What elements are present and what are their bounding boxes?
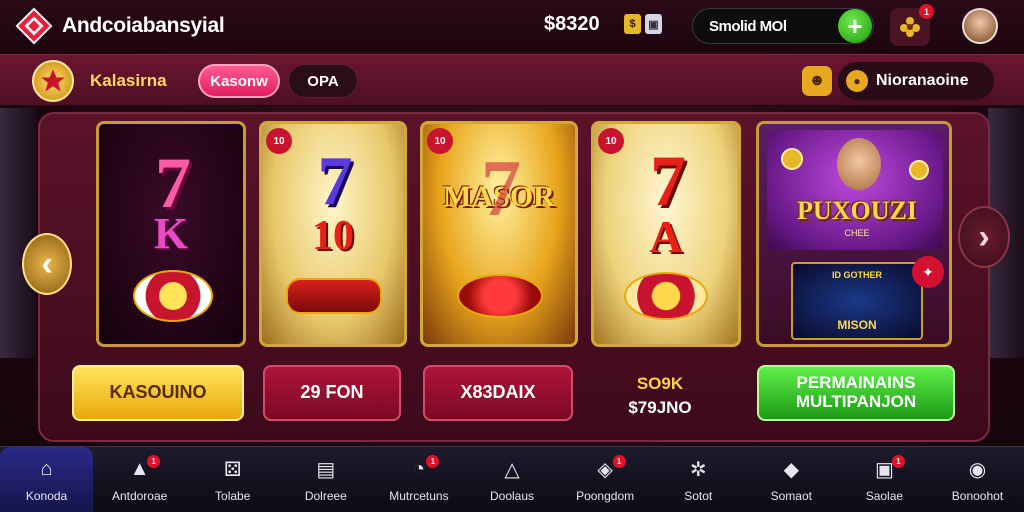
nav-label: Antdoroae <box>111 488 168 503</box>
nav-label: Dolreee <box>304 488 347 503</box>
hot-badge-icon: ✦ <box>912 256 944 288</box>
nav-item-somaot[interactable]: ◆ Somaot <box>745 447 838 512</box>
spin-offer-button[interactable]: 29 FON <box>263 365 401 421</box>
nav-label: Konoda <box>25 488 68 503</box>
app-logo-icon[interactable] <box>14 6 54 46</box>
nav-item-sotot[interactable]: ✲ Sotot <box>652 447 745 512</box>
gear-icon: ✲ <box>689 459 707 481</box>
target-icon: ◉ <box>968 459 987 481</box>
bottom-navigation: ⌂ Konoda ▲ 1 Antdoroae ⚄ Tolabe ▤ Dolree… <box>0 446 1024 512</box>
box-icon: ▤ <box>316 459 336 481</box>
chip-stack-icon <box>286 278 382 314</box>
nav-label: Tolabe <box>215 488 251 503</box>
game-card-4[interactable]: 10 7 A <box>591 121 741 347</box>
left-backdrop <box>0 108 36 358</box>
carousel-prev-button[interactable]: ‹ <box>22 233 72 295</box>
app-title: Andcoiabansyial <box>62 14 225 37</box>
nav-badge: 1 <box>147 455 161 468</box>
card-symbol-bottom: 7 <box>481 145 521 233</box>
promo-title: PUXOUZI <box>797 196 917 225</box>
card-symbol-top: 7 <box>317 143 353 220</box>
casino-chip-icon <box>457 274 543 318</box>
casino-chip-icon <box>133 270 213 322</box>
nav-item-konoda[interactable]: ⌂ Konoda <box>0 447 94 512</box>
tab-opa[interactable]: OPA <box>288 64 358 98</box>
profile-pill[interactable]: ● Nioranaoine <box>838 62 994 100</box>
nav-label: Poongdom <box>576 488 635 503</box>
bonus-offer-button[interactable]: X83DAIX <box>423 365 573 421</box>
promo-card[interactable]: PUXOUZI CHEE ID GOTHER MISON <box>756 121 952 347</box>
nav-label: Doolaus <box>490 488 535 503</box>
coin-icon <box>781 148 803 170</box>
nav-label: Bonoohot <box>951 488 1004 503</box>
location-pin-icon: ● <box>846 70 868 92</box>
currency-icons: $ ▣ <box>624 14 662 34</box>
card-icon[interactable]: ▣ <box>645 14 662 34</box>
category-bar: Kalasirna Kasonw OPA ☻ ● Nioranaoine <box>0 54 1024 106</box>
game-card-2[interactable]: 10 7 10 <box>259 121 407 347</box>
price-bottom: $79JNO <box>628 398 692 417</box>
nav-item-antdoroae[interactable]: ▲ 1 Antdoroae <box>93 447 186 512</box>
multiplayer-line1: PERMAINAINS <box>796 373 916 393</box>
dice-icon: ⚄ <box>224 459 242 481</box>
balance-amount: $8320 <box>544 13 600 35</box>
thumbnail-title: ID GOTHER <box>831 270 882 280</box>
brand-star-icon[interactable] <box>32 60 74 102</box>
home-icon: ⌂ <box>40 458 53 480</box>
game-card-1[interactable]: 7 K <box>96 121 246 347</box>
kasouino-button[interactable]: KASOUINO <box>72 365 244 421</box>
nav-badge: 1 <box>891 455 905 468</box>
price-top: SO9K <box>636 374 684 393</box>
nav-item-tolabe[interactable]: ⚄ Tolabe <box>186 447 279 512</box>
multiplayer-button[interactable]: PERMAINAINS MULTIPANJON <box>757 365 955 421</box>
card-symbol-bottom: K <box>153 209 189 258</box>
rewards-button[interactable]: 1 <box>890 4 934 46</box>
nav-item-dolreee[interactable]: ▤ Dolreee <box>279 447 372 512</box>
nav-label: Sotot <box>684 488 713 503</box>
promo-subtitle: CHEE <box>844 228 870 238</box>
brand-name: Kalasirna <box>90 71 167 90</box>
price-label: SO9K $79JNO <box>606 372 714 420</box>
multiplayer-line2: MULTIPANJON <box>795 392 917 411</box>
nav-label: Somaot <box>770 488 812 503</box>
nav-item-saolae[interactable]: ▣ 1 Saolae <box>838 447 931 512</box>
coin-icon[interactable]: $ <box>624 14 641 34</box>
add-funds-button[interactable]: + <box>838 9 872 43</box>
flower-icon <box>900 17 920 37</box>
nav-item-doolaus[interactable]: △ Doolaus <box>465 447 558 512</box>
thumbnail-name: MISON <box>837 318 877 332</box>
character-face <box>837 138 881 190</box>
promo-thumbnail[interactable]: ID GOTHER MISON <box>791 262 923 340</box>
nav-item-mutrcetuns[interactable]: ◔ 1 Mutrcetuns <box>372 447 465 512</box>
nav-badge: 1 <box>612 455 626 468</box>
user-avatar[interactable] <box>962 8 998 44</box>
profile-name: Nioranaoine <box>876 72 969 89</box>
tent-icon: △ <box>504 459 520 481</box>
casino-chip-icon <box>624 272 708 320</box>
card-symbol-bottom: A <box>649 211 683 262</box>
tab-kasonw[interactable]: Kasonw <box>198 64 280 98</box>
notification-badge: 1 <box>919 4 934 19</box>
nav-item-poongdom[interactable]: ◈ 1 Poongdom <box>559 447 652 512</box>
bell-icon: ◆ <box>783 459 799 481</box>
carousel-next-button[interactable]: › <box>958 206 1010 268</box>
nav-item-bonoohot[interactable]: ◉ Bonoohot <box>931 447 1024 512</box>
game-card-3[interactable]: 10 MASOR 7 <box>420 121 578 347</box>
emoji-icon[interactable]: ☻ <box>802 66 832 96</box>
coin-icon <box>909 160 929 180</box>
card-symbol-bottom: 10 <box>312 213 354 259</box>
nav-label: Mutrcetuns <box>389 488 449 503</box>
nav-label: Saolae <box>865 488 904 503</box>
nav-badge: 1 <box>426 455 440 468</box>
